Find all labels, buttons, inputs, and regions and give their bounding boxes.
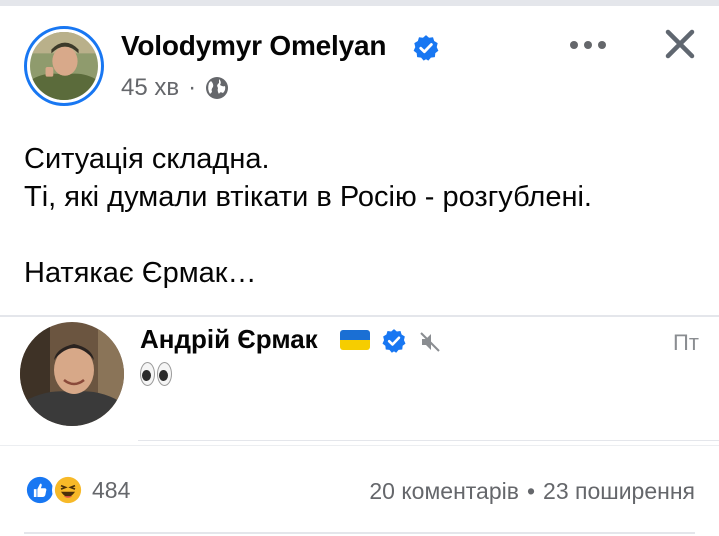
eyes-emoji [140,362,172,386]
close-icon[interactable] [660,24,700,64]
comments-count-link[interactable]: 20 коментарів [369,478,519,505]
bottom-divider [24,532,695,534]
globe-icon [206,77,229,99]
reaction-count: 484 [92,476,131,503]
mute-icon [420,332,440,352]
top-divider [0,0,719,6]
verified-icon [382,329,406,353]
post-time[interactable]: 45 хв [121,74,179,102]
meta-separator: · [188,74,197,101]
more-options-button[interactable] [566,30,610,60]
post-line: Ті, які думали втікати в Росію - розгубл… [24,181,592,213]
post-meta: 45 хв · [121,74,229,102]
reactions-summary[interactable]: 484 [24,474,130,506]
post-line: Натякає Єрмак… [24,257,257,289]
author-avatar[interactable] [24,26,104,106]
embedded-author-avatar[interactable] [20,322,124,426]
post-author-name[interactable]: Volodymyr Omelyan [121,30,386,62]
embedded-author-name[interactable]: Андрій Єрмак [140,324,318,355]
post-body: Ситуація складна. Ті, які думали втікати… [24,140,592,292]
embed-divider [0,315,719,317]
shares-count-link[interactable]: 23 поширення [543,478,695,505]
verified-icon [413,35,439,61]
engagement-stats: 20 коментарів • 23 поширення [369,478,695,505]
haha-icon [52,474,84,506]
ukraine-flag-icon [340,330,370,350]
embed-bottom-divider [138,440,719,441]
post-line: Ситуація складна. [24,143,270,175]
embedded-day: Пт [673,330,699,355]
more-icon [570,41,578,49]
section-divider [0,445,719,446]
stats-separator: • [526,478,536,504]
